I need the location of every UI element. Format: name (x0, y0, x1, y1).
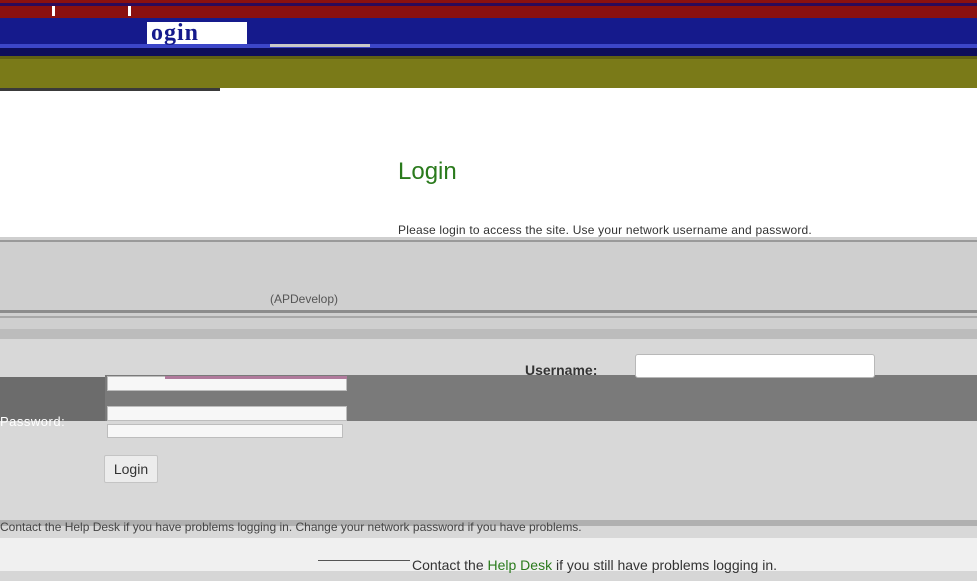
password-field-ghost (107, 424, 343, 438)
header-dark-gap (0, 48, 977, 56)
header-tick (128, 6, 131, 16)
help-suffix: if you still have problems logging in. (552, 557, 777, 573)
help-text: Contact the Help Desk if you still have … (412, 557, 777, 573)
header-shadow (0, 88, 220, 91)
footer-rule (318, 560, 410, 561)
username-field-ghost[interactable] (635, 354, 875, 378)
username-label: Username: (525, 362, 598, 378)
help-prefix: Contact the (412, 557, 488, 573)
header-tick (52, 6, 55, 16)
header-olive-bar (0, 56, 977, 88)
password-input[interactable] (107, 406, 347, 421)
input-artifact (165, 376, 347, 379)
panel-divider (0, 240, 977, 242)
panel-divider (0, 329, 977, 339)
intro-text: Please login to access the site. Use you… (398, 223, 812, 237)
trouble-text: Contact the Help Desk if you have proble… (0, 520, 582, 534)
header-stripe (0, 3, 977, 6)
hint-text: (APDevelop) (270, 292, 339, 306)
panel-divider (0, 310, 977, 313)
panel-divider (0, 316, 977, 318)
header-olive-line (0, 56, 977, 59)
logo-underline (270, 44, 370, 47)
help-desk-link[interactable]: Help Desk (488, 557, 553, 573)
page-title: Login (398, 158, 457, 185)
site-logo: ogin (147, 21, 247, 45)
password-label: Password: (0, 414, 66, 429)
login-button[interactable]: Login (104, 455, 158, 483)
